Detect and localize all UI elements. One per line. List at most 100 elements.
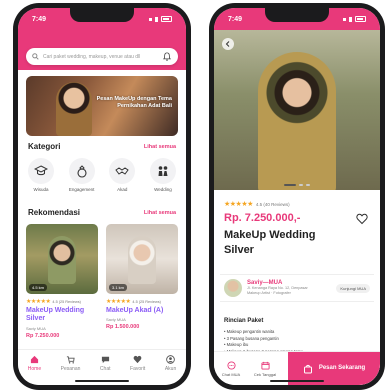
- ring-icon: [68, 158, 95, 184]
- product-rating: ★★★★★ 4.5 (25 Reviews): [26, 298, 98, 305]
- product-title: MakeUp Wedding Silver: [224, 229, 316, 256]
- status-icons: [343, 16, 366, 22]
- home-screen: 7:49 Cari paket wedding, makeup, venue a…: [18, 8, 186, 385]
- package-details: Rincian Paket • Makeup pengantin wanita …: [224, 318, 370, 355]
- rekomendasi-title: Rekomendasi: [28, 208, 81, 217]
- visit-vendor-button[interactable]: Kunjungi MUA: [336, 283, 370, 293]
- product-card[interactable]: 3.1 km ★★★★★ 4.5 (25 Reviews) MakeUp Aka…: [106, 224, 178, 339]
- couple-icon: [149, 158, 176, 184]
- product-vendor: Saviy MUA: [26, 325, 46, 331]
- home-indicator: [270, 380, 324, 382]
- review-count: 4.5 (25 Reviews): [52, 299, 81, 304]
- banner-text: Pesan MakeUp dengan Tema Pernikahan Adat…: [96, 96, 172, 110]
- category-label: Akad: [117, 187, 128, 192]
- review-count: 4.5 (40 Reviews): [255, 201, 290, 207]
- nav-label: Pesanan: [60, 366, 81, 372]
- signal-icon: [149, 17, 152, 21]
- product-price: Rp. 7.250.000,-: [224, 212, 301, 224]
- nav-label: Home: [27, 366, 42, 372]
- status-time: 7:49: [32, 15, 47, 23]
- search-icon: [32, 53, 39, 60]
- nav-label: Chat: [99, 366, 111, 372]
- product-card[interactable]: 4.5 km ★★★★★ 4.5 (25 Reviews) MakeUp Wed…: [26, 224, 98, 339]
- category-label: Engagement: [68, 187, 95, 192]
- home-icon: [30, 355, 39, 364]
- home-indicator: [75, 380, 129, 382]
- cart-icon: [66, 356, 75, 364]
- rekomendasi-see-all-link[interactable]: Lihat semua: [144, 210, 176, 216]
- vendor-card[interactable]: Saviy—MUA Jl. Kenanga Raya No. 12, Denpa…: [220, 274, 374, 302]
- product-image: 3.1 km: [106, 224, 178, 294]
- category-wisuda[interactable]: Wisuda: [24, 158, 58, 192]
- chat-icon: [101, 356, 109, 364]
- model-photo: [128, 236, 156, 284]
- notch: [70, 8, 134, 22]
- heart-icon: [133, 355, 142, 364]
- rekomendasi-header: Rekomendasi Lihat semua: [28, 208, 176, 217]
- phone-home: 7:49 Cari paket wedding, makeup, venue a…: [13, 3, 191, 390]
- star-rating-icon: ★★★★★: [26, 299, 51, 305]
- star-rating-icon: ★★★★★: [224, 201, 253, 208]
- product-rating: ★★★★★ 4.5 (25 Reviews): [106, 298, 178, 305]
- product-price: Rp 7.250.000: [26, 332, 60, 339]
- favorite-heart-icon[interactable]: [356, 213, 368, 225]
- promo-banner[interactable]: Pesan MakeUp dengan Tema Pernikahan Adat…: [26, 76, 178, 136]
- back-button[interactable]: [222, 38, 234, 50]
- search-bar[interactable]: Cari paket wedding, makeup, venue atau d…: [26, 48, 178, 65]
- graduation-cap-icon: [28, 158, 54, 184]
- nav-pesanan[interactable]: Pesanan: [60, 355, 81, 372]
- nav-akun[interactable]: Akun: [165, 355, 176, 372]
- category-list: Wisuda Engagement Akad Wedding: [24, 158, 180, 192]
- nav-home[interactable]: Home: [28, 355, 41, 372]
- check-date-label: Cek Tanggal: [253, 371, 277, 377]
- chevron-left-icon: [225, 41, 230, 47]
- product-price: Rp 1.500.000: [106, 324, 140, 331]
- chat-mua-button[interactable]: Chat MUA: [214, 352, 248, 385]
- product-list: 4.5 km ★★★★★ 4.5 (25 Reviews) MakeUp Wed…: [26, 224, 178, 339]
- carousel-dot: [306, 184, 310, 186]
- shopping-bag-icon: [303, 364, 312, 373]
- chat-icon: [226, 360, 236, 370]
- handshake-icon: [109, 158, 136, 184]
- carousel-dot: [284, 184, 296, 186]
- signal-icon: [343, 17, 346, 21]
- user-icon: [166, 355, 175, 364]
- package-details-title: Rincian Paket: [224, 318, 264, 324]
- signal-icon: [349, 16, 352, 22]
- search-input[interactable]: Cari paket wedding, makeup, venue atau d…: [43, 54, 158, 60]
- avatar: [224, 279, 242, 297]
- model-photo: [48, 236, 76, 284]
- distance-badge: 3.1 km: [109, 284, 128, 291]
- notification-bell-icon[interactable]: [162, 52, 172, 62]
- distance-badge: 4.5 km: [29, 284, 48, 291]
- review-count: 4.5 (25 Reviews): [132, 299, 161, 304]
- battery-icon: [355, 16, 366, 22]
- status-time: 7:49: [228, 15, 243, 23]
- nav-label: Favorit: [130, 366, 146, 372]
- battery-icon: [161, 16, 172, 22]
- product-name: MakeUp Wedding Silver: [26, 307, 85, 323]
- product-image: 4.5 km: [26, 224, 98, 294]
- status-icons: [149, 16, 172, 22]
- bride-photo: [258, 52, 336, 190]
- chat-mua-label: Chat MUA: [221, 371, 241, 377]
- product-name: MakeUp Akad (A): [106, 307, 164, 314]
- category-engagement[interactable]: Engagement: [65, 158, 99, 192]
- product-hero-image[interactable]: [214, 30, 380, 190]
- product-vendor: Saviy MUA: [106, 317, 126, 323]
- nav-favorit[interactable]: Favorit: [130, 355, 145, 372]
- vendor-info: Saviy—MUA Jl. Kenanga Raya No. 12, Denpa…: [247, 280, 331, 297]
- category-wedding[interactable]: Wedding: [146, 158, 180, 192]
- nav-label: Akun: [164, 366, 177, 372]
- category-akad[interactable]: Akad: [105, 158, 139, 192]
- category-label: Wisuda: [33, 187, 49, 192]
- product-rating: ★★★★★ 4.5 (40 Reviews): [224, 200, 370, 208]
- nav-chat[interactable]: Chat: [99, 355, 111, 372]
- kategori-see-all-link[interactable]: Lihat semua: [144, 144, 176, 150]
- kategori-title: Kategori: [28, 142, 61, 151]
- carousel-dot: [299, 184, 303, 186]
- detail-screen: 7:49 ★★★★★ 4.5 (40 Reviews) Rp. 7.250.00…: [214, 8, 380, 385]
- carousel-indicator: [284, 184, 310, 186]
- notch: [265, 8, 329, 22]
- signal-icon: [155, 16, 158, 22]
